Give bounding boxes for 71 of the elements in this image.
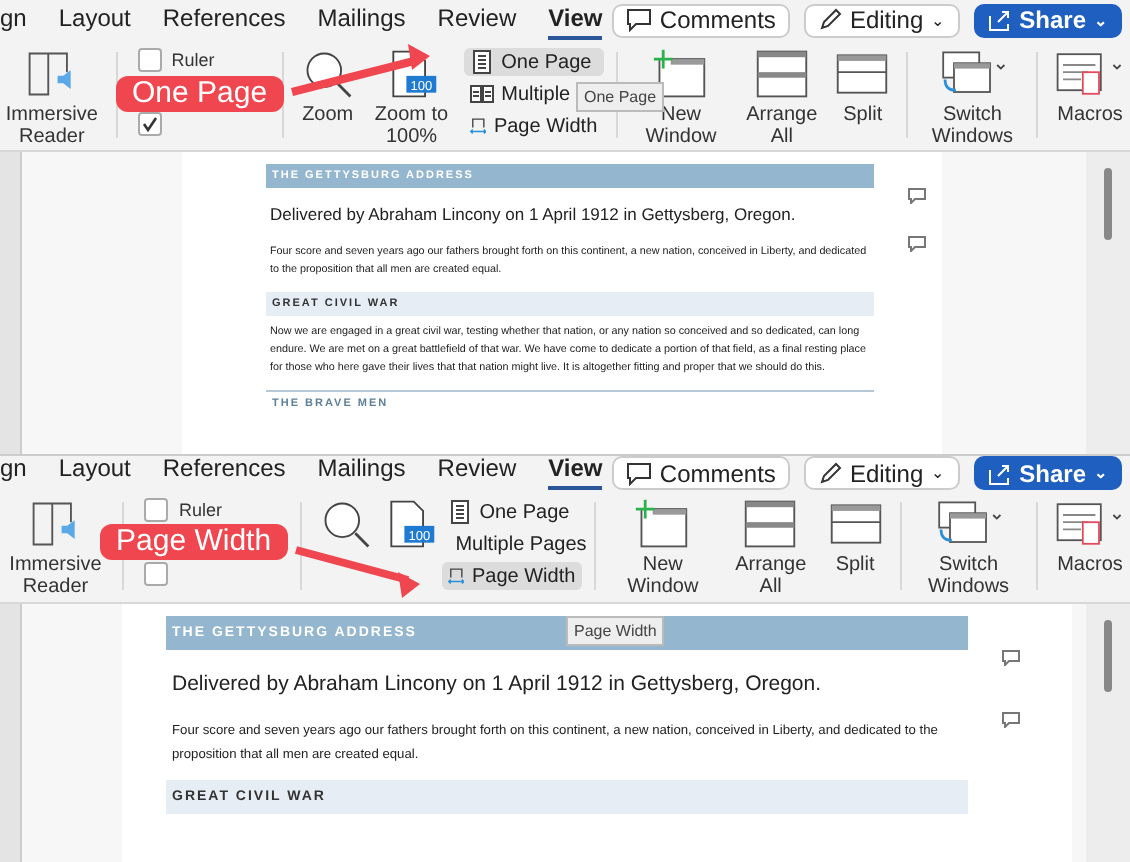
new-window-button[interactable]: New Window [607,498,719,598]
switch-button[interactable]: Switch Windows [920,48,1025,148]
page-icon [447,500,472,524]
arrange-all-icon [753,48,810,100]
editing-button[interactable]: Editing ⌄ [803,3,960,37]
ribbon-tab[interactable]: Review [437,456,517,490]
comment-icon[interactable] [908,188,926,204]
split-button[interactable]: Split [823,498,888,576]
checkbox[interactable] [137,112,162,136]
comment-icon [625,461,652,485]
ribbon-tab[interactable]: References [162,1,286,39]
zoom-button[interactable]: Zoom [295,48,360,126]
ribbon-tab[interactable]: Layout [58,1,131,39]
checkbox-label: Ruler [178,500,222,520]
ribbon-tab[interactable]: View [548,1,603,39]
document-title: Delivered by Abraham Lincony on 1 April 1912 in Gettysberg, Oregon. [270,204,798,224]
split-button[interactable]: Split [830,48,895,126]
view-option[interactable]: One Page [463,48,604,76]
view-option[interactable]: Multiple Pages [441,530,582,558]
ribbon-tab[interactable]: Layout [58,456,131,490]
two-pages-icon [469,82,494,106]
scrollbar-thumb[interactable] [1104,168,1112,240]
callout-label: Page Width [100,524,288,560]
arrange-button[interactable]: Arrange All [718,498,824,598]
share-icon [987,461,1012,485]
comment-icon[interactable] [1002,650,1020,666]
ribbon-tab[interactable]: gn [0,1,27,39]
comment-icon [625,8,652,32]
checkbox[interactable] [144,562,169,586]
immersive-reader-button[interactable]: Immersive Reader [0,48,104,148]
callout-arrow [294,546,420,598]
comment-icon[interactable] [1002,712,1020,728]
document-title: Delivered by Abraham Lincony on 1 April 1912 in Gettysberg, Oregon. [172,672,824,696]
arrange-all-icon [742,498,799,550]
ribbon-tab[interactable]: Review [437,1,517,39]
split-icon [827,498,884,550]
split-icon [834,48,891,100]
macros-button[interactable]: Macros [1050,498,1130,576]
comment-icon[interactable] [908,236,926,252]
pencil-icon [817,8,842,32]
tooltip: Page Width [566,616,665,646]
arrange-button[interactable]: Arrange All [732,48,831,148]
scrollbar-thumb[interactable] [1104,620,1112,692]
editing-button[interactable]: Editing ⌄ [803,456,960,490]
switch-button[interactable]: Switch Windows [913,498,1025,598]
page-icon [469,50,494,74]
checkbox-label: Ruler [171,50,215,70]
checkbox[interactable] [144,498,169,522]
callout-label: One Page [116,76,284,112]
ribbon-tab[interactable]: Mailings [317,456,406,490]
tooltip: One Page [576,82,665,112]
share-icon [987,8,1012,32]
ribbon-tab[interactable]: View [548,456,603,490]
ribbon-tab[interactable]: Mailings [317,1,406,39]
page-width-icon [469,114,486,138]
new-window-icon [634,498,691,550]
comments-button[interactable]: Comments [611,456,790,490]
share-button[interactable]: Share ⌄ [973,456,1122,490]
view-option[interactable]: One Page [441,498,582,526]
view-option[interactable]: Page Width [441,562,582,590]
ribbon-tab[interactable]: gn [0,456,27,490]
view-option[interactable]: Page Width [463,112,604,140]
new-window-icon [652,48,709,100]
share-button[interactable]: Share ⌄ [973,3,1122,37]
comments-button[interactable]: Comments [611,3,790,37]
pencil-icon [817,461,842,485]
checkbox[interactable] [137,48,162,72]
macros-button[interactable]: Macros [1050,48,1130,126]
ribbon-tab[interactable]: References [162,456,286,490]
page-width-icon [447,564,464,588]
callout-arrow [291,44,430,96]
